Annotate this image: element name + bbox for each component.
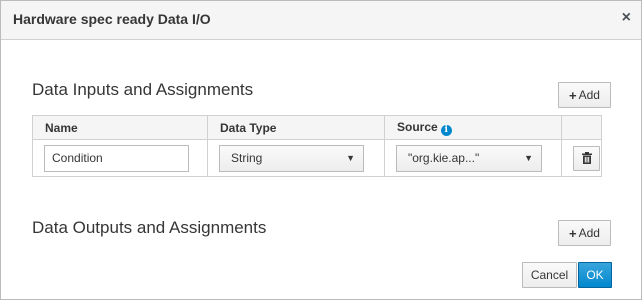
data-io-dialog: Hardware spec ready Data I/O × Data Inpu… xyxy=(0,0,642,300)
column-header-name: Name xyxy=(32,115,208,140)
plus-icon: + xyxy=(569,87,577,103)
inputs-table: Name Data Type Source i Condition String … xyxy=(32,115,602,177)
outputs-section-title: Data Outputs and Assignments xyxy=(32,218,267,237)
caret-down-icon: ▼ xyxy=(346,153,355,163)
column-header-actions xyxy=(561,115,602,140)
plus-icon: + xyxy=(569,225,577,241)
inputs-table-header: Name Data Type Source i xyxy=(32,115,602,140)
cell-source: "org.kie.ap..." ▼ xyxy=(384,139,562,177)
dialog-title: Hardware spec ready Data I/O xyxy=(13,11,211,27)
add-output-label: Add xyxy=(578,226,600,240)
add-output-button[interactable]: + Add xyxy=(558,220,611,246)
add-input-button[interactable]: + Add xyxy=(558,82,611,108)
source-select[interactable]: "org.kie.ap..." ▼ xyxy=(396,144,542,172)
data-type-select[interactable]: String ▼ xyxy=(219,144,364,172)
source-value: "org.kie.ap..." xyxy=(408,151,480,165)
cell-actions xyxy=(561,139,602,177)
cell-name: Condition xyxy=(32,139,208,177)
inputs-section-title: Data Inputs and Assignments xyxy=(32,80,254,99)
name-input[interactable]: Condition xyxy=(44,144,189,172)
column-header-source: Source i xyxy=(384,115,562,140)
ok-button[interactable]: OK xyxy=(578,262,612,288)
add-input-label: Add xyxy=(578,88,600,102)
trash-icon xyxy=(581,152,592,164)
table-row: Condition String ▼ "org.kie.ap..." ▼ xyxy=(32,139,602,177)
info-icon[interactable]: i xyxy=(440,124,452,136)
close-icon[interactable]: × xyxy=(622,9,631,27)
dialog-header: Hardware spec ready Data I/O × xyxy=(1,1,641,40)
data-type-value: String xyxy=(231,151,263,165)
caret-down-icon: ▼ xyxy=(524,153,533,163)
delete-row-button[interactable] xyxy=(573,145,600,171)
column-header-data-type: Data Type xyxy=(207,115,385,140)
cell-data-type: String ▼ xyxy=(207,139,385,177)
cancel-button[interactable]: Cancel xyxy=(522,262,577,288)
